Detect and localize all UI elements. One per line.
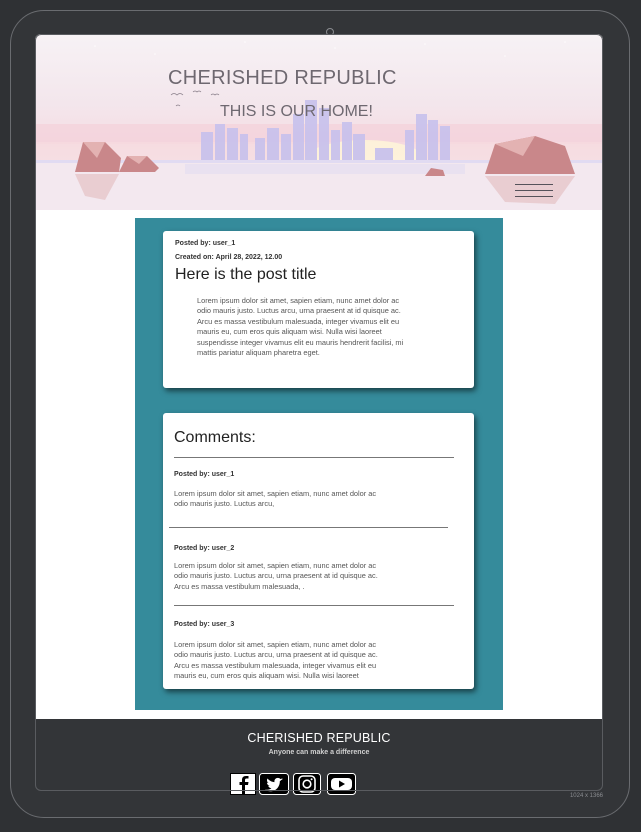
resolution-label: 1024 x 1366 (569, 793, 603, 799)
screen-bezel (35, 34, 603, 791)
